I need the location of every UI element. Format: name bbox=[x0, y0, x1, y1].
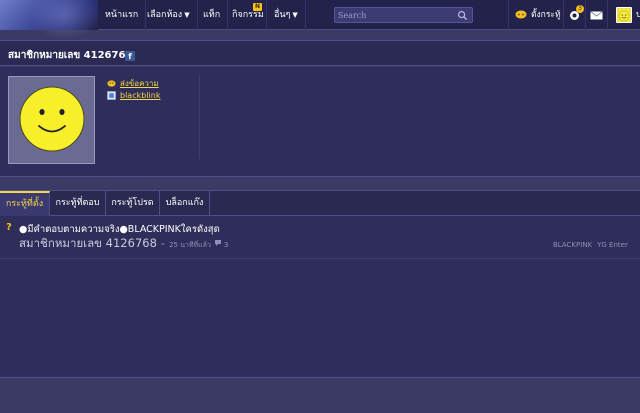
nav-home-label: หน้าแรก bbox=[105, 10, 139, 20]
nav-choose-room-label: เลือกห้อง bbox=[147, 10, 183, 20]
spacer-band bbox=[0, 178, 640, 190]
top-navbar: หน้าแรก เลือกห้อง ▼ แท็ก กิจกรรม N อื่นๆ ▼… bbox=[0, 0, 640, 40]
user-label: ป bbox=[636, 10, 640, 20]
post-topic-button[interactable]: ตั้งกระทู้ bbox=[508, 0, 563, 30]
smiley-face-icon bbox=[19, 86, 85, 152]
speech-bubble-icon bbox=[515, 10, 527, 19]
meta-separator: - bbox=[160, 236, 166, 250]
nav-tags-label: แท็ก bbox=[203, 10, 221, 20]
send-message-label: ส่งข้อความ bbox=[120, 79, 159, 88]
nav-tags[interactable]: แท็ก bbox=[196, 0, 229, 30]
tab-favorite-topics[interactable]: กระทู้โปรด bbox=[106, 191, 160, 216]
notification-count: 3 bbox=[576, 5, 584, 13]
tag-link[interactable]: YG Enter bbox=[597, 241, 628, 249]
search-icon[interactable] bbox=[457, 10, 468, 21]
search-input[interactable] bbox=[338, 9, 456, 21]
tab-replied-topics[interactable]: กระทู้ที่ตอบ bbox=[50, 191, 106, 216]
profile-divider bbox=[199, 75, 200, 159]
question-icon: ? bbox=[6, 222, 12, 233]
nav-home[interactable]: หน้าแรก bbox=[98, 0, 147, 30]
topic-tags: BLACKPINK YG Enter bbox=[553, 241, 633, 249]
facebook-icon[interactable]: f bbox=[125, 51, 135, 61]
tab-blog-gang[interactable]: บล็อกแก๊ง bbox=[160, 191, 210, 216]
profile-tabs: กระทู้ที่ตั้ง กระทู้ที่ตอบ กระทู้โปรด บล… bbox=[0, 190, 640, 216]
tab-my-topics[interactable]: กระทู้ที่ตั้ง bbox=[0, 191, 50, 216]
chevron-down-icon: ▼ bbox=[292, 11, 298, 19]
post-topic-label: ตั้งกระทู้ bbox=[531, 10, 561, 20]
profile-avatar bbox=[8, 76, 95, 164]
user-menu[interactable]: ป bbox=[607, 0, 640, 30]
tag-link[interactable]: BLACKPINK bbox=[553, 241, 592, 249]
new-badge: N bbox=[253, 3, 262, 11]
mail-icon bbox=[590, 11, 603, 20]
smiley-message-icon bbox=[107, 80, 116, 87]
profile-header: สมาชิกหมายเลข 4126768 f bbox=[0, 40, 640, 66]
avatar bbox=[616, 7, 632, 23]
topic-time: 25 นาทีที่แล้ว bbox=[169, 241, 211, 249]
footer-band bbox=[0, 379, 640, 413]
blog-link-label: blackblink bbox=[120, 91, 161, 100]
nav-activities[interactable]: กิจกรรม N bbox=[225, 0, 267, 30]
comment-count: 3 bbox=[223, 241, 229, 249]
blog-link[interactable]: blackblink bbox=[107, 91, 160, 100]
messages-button[interactable] bbox=[585, 0, 607, 30]
topic-meta: สมาชิกหมายเลข 4126768 - 25 นาทีที่แล้ว 3 bbox=[19, 235, 228, 253]
search-box bbox=[334, 7, 473, 23]
nav-choose-room[interactable]: เลือกห้อง ▼ bbox=[140, 0, 198, 30]
blog-icon bbox=[107, 91, 116, 100]
site-logo[interactable] bbox=[0, 0, 100, 40]
topic-author[interactable]: สมาชิกหมายเลข 4126768 bbox=[19, 235, 157, 253]
nav-activities-label: กิจกรรม bbox=[232, 10, 264, 20]
chevron-down-icon: ▼ bbox=[184, 11, 190, 19]
profile-name: สมาชิกหมายเลข 4126768 bbox=[8, 50, 133, 61]
profile-panel: ส่งข้อความ blackblink bbox=[0, 67, 640, 177]
nav-more-label: อื่นๆ bbox=[274, 10, 291, 20]
nav-more[interactable]: อื่นๆ ▼ bbox=[267, 0, 306, 30]
row-divider bbox=[0, 258, 640, 259]
notification-button[interactable]: 3 bbox=[563, 0, 585, 30]
comment-icon bbox=[214, 240, 221, 246]
send-message-link[interactable]: ส่งข้อความ bbox=[107, 77, 159, 90]
topic-list: ? ●มีคำตอบตามความจริง●BLACKPINKใครดังสุด… bbox=[0, 216, 640, 378]
